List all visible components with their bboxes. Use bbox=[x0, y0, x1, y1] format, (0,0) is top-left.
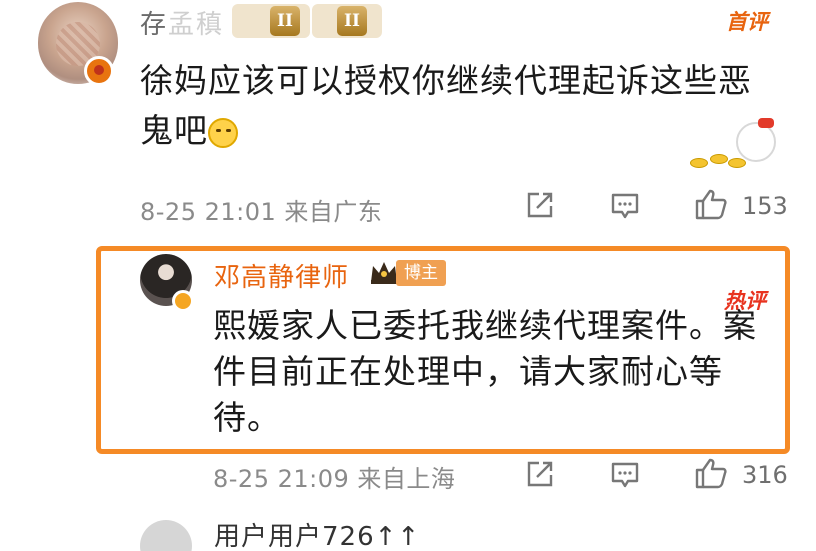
like-count: 316 bbox=[742, 461, 788, 489]
level-badge-2: II bbox=[337, 6, 367, 36]
share-icon[interactable] bbox=[525, 459, 555, 489]
comment-icon[interactable] bbox=[610, 461, 640, 489]
reply-meta: 8-25 21:09 来自上海 bbox=[213, 465, 456, 493]
comment-meta: 8-25 21:01 来自广东 bbox=[140, 198, 383, 226]
comment-text: 徐妈应该可以授权你继续代理起诉这些恶鬼吧 bbox=[140, 61, 752, 150]
commenter-name[interactable]: 存孟稹 bbox=[140, 4, 224, 41]
like-count: 153 bbox=[742, 192, 788, 220]
thinking-emoji-icon bbox=[208, 117, 238, 148]
decorative-sticker bbox=[690, 118, 800, 170]
verified-badge-icon bbox=[84, 56, 114, 86]
commenter-name[interactable]: 用户用户726↑↑ bbox=[214, 516, 420, 551]
thumbs-up-icon[interactable] bbox=[694, 188, 728, 220]
author-badge: 博主 bbox=[396, 260, 446, 286]
commenter-avatar[interactable] bbox=[140, 520, 192, 551]
reply-author-name[interactable]: 邓高静律师 bbox=[214, 257, 349, 294]
verified-badge-icon bbox=[172, 290, 194, 312]
first-comment-tag: 首评 bbox=[726, 10, 768, 34]
comment-icon[interactable] bbox=[610, 192, 640, 220]
level-badge-1: II bbox=[270, 6, 300, 36]
reply-text: 熙媛家人已委托我继续代理案件。案件目前正在处理中，请大家耐心等待。 bbox=[213, 306, 757, 437]
share-icon[interactable] bbox=[525, 190, 555, 220]
thumbs-up-icon[interactable] bbox=[694, 457, 728, 489]
